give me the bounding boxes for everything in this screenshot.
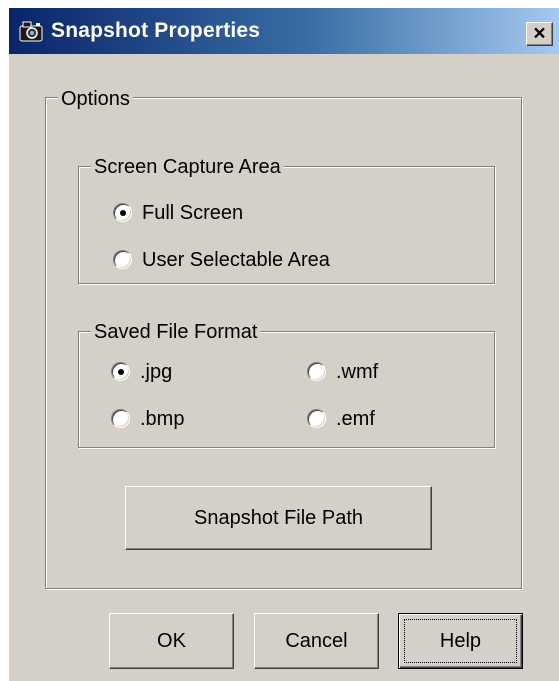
radio-label: .bmp	[140, 408, 185, 430]
ok-button[interactable]: OK	[109, 613, 234, 669]
radio-wmf[interactable]: .wmf	[307, 360, 427, 384]
file-format-group-label: Saved File Format	[91, 321, 261, 343]
cancel-label: Cancel	[285, 630, 348, 652]
radio-button[interactable]	[111, 409, 130, 428]
radio-emf[interactable]: .emf	[307, 407, 427, 431]
radio-selected-dot	[120, 210, 126, 216]
radio-label: .emf	[336, 408, 375, 430]
radio-button[interactable]	[113, 203, 132, 222]
radio-jpg[interactable]: .jpg	[111, 360, 231, 384]
snapshot-properties-dialog: Snapshot Properties × Options Screen Cap…	[8, 8, 559, 681]
cancel-button[interactable]: Cancel	[254, 613, 379, 669]
help-button[interactable]: Help	[398, 613, 523, 669]
snapshot-file-path-button[interactable]: Snapshot File Path	[125, 486, 432, 550]
radio-label: .wmf	[336, 361, 379, 383]
focus-rectangle	[404, 619, 517, 663]
radio-button[interactable]	[111, 362, 130, 381]
radio-selected-dot	[118, 369, 124, 375]
radio-bmp[interactable]: .bmp	[111, 407, 231, 431]
radio-button[interactable]	[113, 250, 132, 269]
radio-button[interactable]	[307, 362, 326, 381]
capture-area-group-label: Screen Capture Area	[91, 156, 284, 178]
radio-label: Full Screen	[142, 202, 244, 224]
close-icon: ×	[533, 22, 546, 45]
radio-label: User Selectable Area	[142, 249, 330, 271]
options-group-label: Options	[58, 88, 133, 110]
title-bar[interactable]: Snapshot Properties ×	[9, 8, 559, 54]
radio-button[interactable]	[307, 409, 326, 428]
radio-full-screen[interactable]: Full Screen	[113, 201, 313, 225]
snapshot-file-path-label: Snapshot File Path	[194, 507, 363, 529]
radio-user-selectable-area[interactable]: User Selectable Area	[113, 248, 393, 272]
dialog-title: Snapshot Properties	[51, 19, 261, 42]
close-button[interactable]: ×	[526, 22, 553, 46]
radio-label: .jpg	[140, 361, 173, 383]
camera-icon	[19, 20, 43, 42]
ok-label: OK	[157, 630, 186, 652]
